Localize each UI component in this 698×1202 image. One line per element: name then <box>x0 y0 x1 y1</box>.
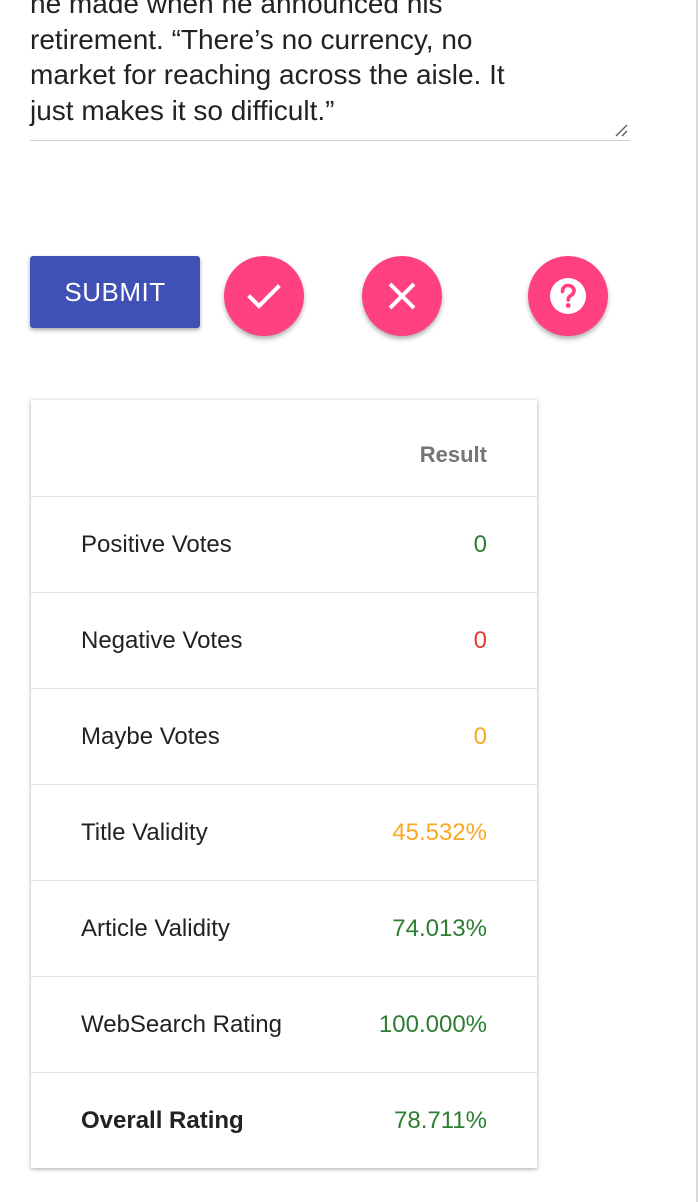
article-text-line: market for reaching across the aisle. It <box>30 59 505 90</box>
article-text-line: just makes it so difficult.” <box>30 94 335 126</box>
vote-yes-button[interactable] <box>224 256 304 336</box>
row-value: 78.711% <box>394 1106 487 1134</box>
row-label: Title Validity <box>81 818 208 846</box>
vote-no-button[interactable] <box>362 256 442 336</box>
results-header: Result <box>31 400 537 497</box>
article-text-line: retirement. “There’s no currency, no <box>30 23 473 55</box>
result-column-header: Result <box>419 442 487 467</box>
results-table: Result Positive Votes 0 Negative Votes 0 May… <box>31 400 537 1168</box>
row-label: Negative Votes <box>81 626 243 654</box>
row-value: 0 <box>473 626 487 654</box>
row-label: WebSearch Rating <box>81 1010 282 1038</box>
article-text: he made when he announced his retirement… <box>30 0 620 128</box>
vote-maybe-button[interactable] <box>528 256 608 336</box>
row-value: 74.013% <box>392 914 487 942</box>
row-label: Article Validity <box>81 914 230 942</box>
table-row: Article Validity 74.013% <box>31 881 537 977</box>
submit-button[interactable]: SUBMIT <box>30 256 200 328</box>
row-value: 0 <box>473 530 487 558</box>
close-icon <box>388 282 416 310</box>
row-label: Positive Votes <box>81 530 232 558</box>
help-icon <box>550 278 586 314</box>
row-value: 0 <box>473 722 487 750</box>
row-value: 45.532% <box>392 818 487 846</box>
article-text-line: he made when he announced his <box>30 0 443 19</box>
table-row: Maybe Votes 0 <box>31 689 537 785</box>
row-label: Maybe Votes <box>81 722 220 750</box>
table-row: Title Validity 45.532% <box>31 785 537 881</box>
table-row: Negative Votes 0 <box>31 593 537 689</box>
check-icon <box>247 284 281 309</box>
page: he made when he announced his retirement… <box>0 0 698 1202</box>
table-row: Positive Votes 0 <box>31 497 537 593</box>
table-row: WebSearch Rating 100.000% <box>31 977 537 1073</box>
table-row: Overall Rating 78.711% <box>31 1073 537 1168</box>
resize-handle-icon[interactable] <box>614 123 628 137</box>
results-rows: Positive Votes 0 Negative Votes 0 Maybe Vote… <box>31 497 537 1168</box>
row-label: Overall Rating <box>81 1106 244 1134</box>
row-value: 100.000% <box>378 1010 487 1038</box>
article-text-area[interactable]: he made when he announced his retirement… <box>30 0 630 141</box>
